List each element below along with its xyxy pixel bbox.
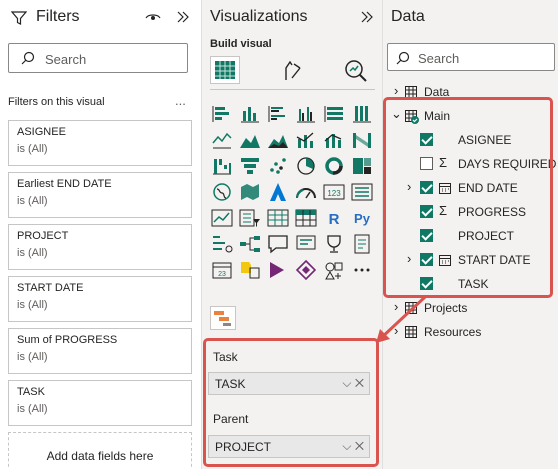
add-data-fields-dropzone[interactable]: Add data fields here — [8, 432, 192, 469]
arrow-annotation-icon — [376, 295, 427, 343]
filter-card-name: PROJECT — [17, 230, 69, 242]
scatter-chart-icon[interactable] — [266, 155, 290, 177]
main-fields-highlight — [383, 97, 553, 298]
filter-card-value: is (All) — [17, 247, 48, 259]
filter-card-value: is (All) — [17, 403, 48, 415]
treemap-icon[interactable] — [350, 155, 374, 177]
matrix-icon[interactable] — [294, 207, 318, 229]
donut-chart-icon[interactable] — [322, 155, 346, 177]
more-options-icon[interactable]: ... — [175, 93, 186, 108]
filter-card[interactable]: START DATE is (All) — [8, 276, 192, 322]
filled-map-icon[interactable] — [238, 181, 262, 203]
field-wells-highlight — [203, 338, 379, 467]
build-visual-tab[interactable] — [210, 56, 240, 84]
calendar-visual-icon[interactable]: 23 — [210, 259, 234, 281]
gantt-chart-icon — [214, 311, 231, 326]
filter-card[interactable]: Earliest END DATE is (All) — [8, 172, 192, 218]
more-visuals-icon[interactable] — [350, 259, 374, 281]
visualizations-title: Visualizations — [210, 8, 308, 25]
slicer-icon[interactable] — [238, 207, 262, 229]
svg-text:123: 123 — [327, 189, 341, 198]
divider — [210, 89, 375, 90]
table-grid-icon — [215, 61, 235, 79]
format-visual-icon[interactable] — [280, 58, 304, 82]
filter-card-name: Sum of PROGRESS — [17, 334, 118, 346]
card-icon[interactable]: 123 — [322, 181, 346, 203]
funnel-chart-icon[interactable] — [238, 155, 262, 177]
line-and-clustered-column-icon[interactable] — [322, 129, 346, 151]
clustered-column-chart-icon[interactable] — [294, 103, 318, 125]
filter-card-value: is (All) — [17, 351, 48, 363]
data-title: Data — [391, 8, 425, 25]
data-search-input[interactable]: Search — [387, 43, 555, 71]
custom-visual-icon[interactable] — [238, 259, 262, 281]
filter-card[interactable]: ASIGNEE is (All) — [8, 120, 192, 166]
filter-card-value: is (All) — [17, 299, 48, 311]
filter-card[interactable]: TASK is (All) — [8, 380, 192, 426]
qa-visual-icon[interactable] — [266, 233, 290, 255]
search-icon — [396, 51, 410, 65]
search-placeholder: Search — [45, 52, 87, 67]
clustered-bar-chart-icon[interactable] — [266, 103, 290, 125]
line-and-column-chart-icon[interactable] — [294, 129, 318, 151]
gauge-icon[interactable] — [294, 181, 318, 203]
python-visual-icon[interactable]: Py — [350, 207, 374, 229]
collapse-pane-icon[interactable] — [176, 10, 190, 24]
collapse-pane-icon[interactable] — [360, 10, 374, 24]
decomposition-tree-icon[interactable] — [238, 233, 262, 255]
table-label: Projects — [424, 301, 468, 315]
filter-card-name: Earliest END DATE — [17, 178, 112, 190]
search-icon — [21, 51, 35, 65]
stacked-column-chart-icon[interactable] — [238, 103, 262, 125]
gantt-chart-visual-selected[interactable] — [210, 306, 236, 330]
100-stacked-column-chart-icon[interactable] — [350, 103, 374, 125]
table-icon[interactable] — [266, 207, 290, 229]
ribbon-chart-icon[interactable] — [350, 129, 374, 151]
pie-chart-icon[interactable] — [294, 155, 318, 177]
get-more-visuals-icon[interactable] — [322, 259, 346, 281]
waterfall-chart-icon[interactable] — [210, 155, 234, 177]
r-script-visual-icon[interactable]: R — [322, 207, 346, 229]
filters-search-input[interactable]: Search — [8, 43, 188, 73]
analytics-icon[interactable] — [343, 58, 369, 84]
filter-card-value: is (All) — [17, 143, 48, 155]
filter-card[interactable]: PROJECT is (All) — [8, 224, 192, 270]
filter-card-name: TASK — [17, 386, 45, 398]
power-automate-icon[interactable] — [294, 259, 318, 281]
table-label: Resources — [424, 325, 482, 339]
build-visual-label: Build visual — [210, 38, 272, 50]
area-chart-icon[interactable] — [238, 129, 262, 151]
paginated-report-icon[interactable] — [350, 233, 374, 255]
filter-card-value: is (All) — [17, 195, 48, 207]
goals-icon[interactable] — [322, 233, 346, 255]
filter-card[interactable]: Sum of PROGRESS is (All) — [8, 328, 192, 374]
kpi-icon[interactable] — [210, 207, 234, 229]
power-apps-icon[interactable] — [266, 259, 290, 281]
stacked-bar-chart-icon[interactable] — [210, 103, 234, 125]
search-placeholder: Search — [418, 51, 460, 66]
azure-map-icon[interactable] — [266, 181, 290, 203]
eye-icon[interactable] — [145, 11, 161, 23]
svg-text:R: R — [329, 211, 340, 228]
filter-card-name: START DATE — [17, 282, 84, 294]
svg-text:Py: Py — [354, 211, 371, 226]
multi-row-card-icon[interactable] — [350, 181, 374, 203]
filters-section-label: Filters on this visual — [8, 96, 105, 108]
filter-icon — [11, 11, 27, 25]
filters-title: Filters — [36, 8, 80, 25]
svg-text:23: 23 — [218, 271, 226, 278]
filter-card-name: ASIGNEE — [17, 126, 66, 138]
key-influencers-icon[interactable] — [210, 233, 234, 255]
100-stacked-bar-chart-icon[interactable] — [322, 103, 346, 125]
chevron-right-icon: › — [394, 83, 399, 98]
map-icon[interactable] — [210, 181, 234, 203]
filters-pane: Filters Search Filters on this visual ..… — [0, 0, 201, 469]
line-chart-icon[interactable] — [210, 129, 234, 151]
smart-narrative-icon[interactable] — [294, 233, 318, 255]
stacked-area-chart-icon[interactable] — [266, 129, 290, 151]
